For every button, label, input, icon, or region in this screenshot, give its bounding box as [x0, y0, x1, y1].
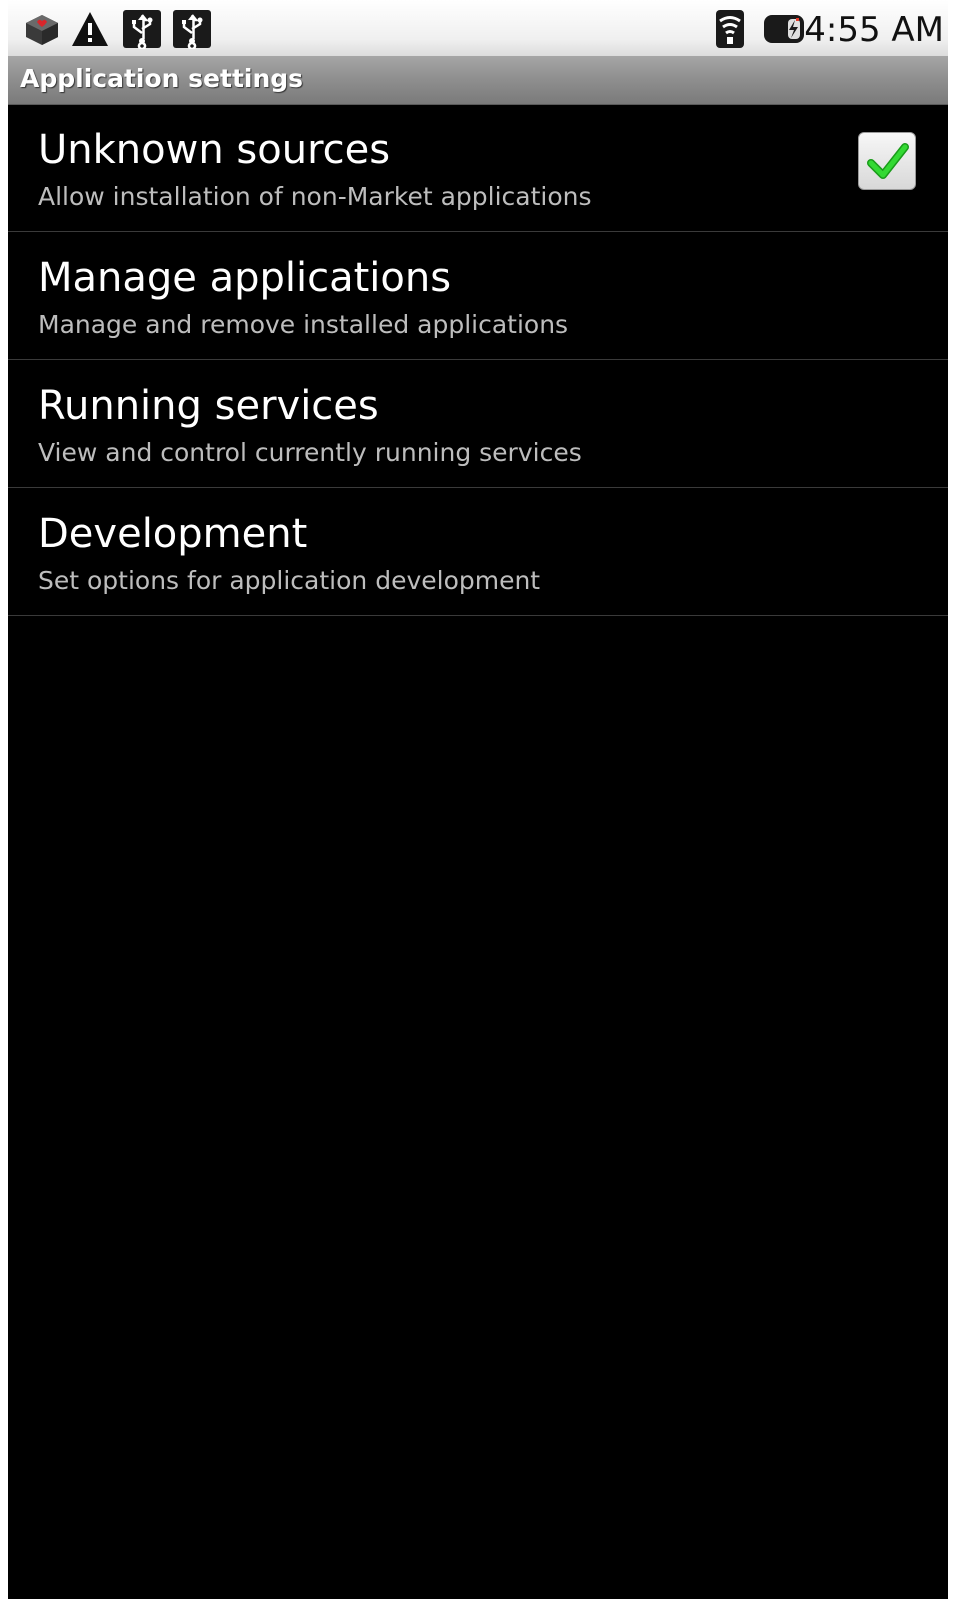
setting-running-services[interactable]: Running services View and control curren…: [8, 360, 948, 488]
unknown-sources-checkbox[interactable]: [858, 132, 916, 190]
setting-development[interactable]: Development Set options for application …: [8, 488, 948, 616]
setting-title: Unknown sources: [38, 127, 391, 173]
setting-title: Running services: [38, 383, 379, 429]
setting-summary: Allow installation of non-Market applica…: [38, 182, 592, 211]
screen-right-border: [948, 0, 965, 1599]
page-title: Application settings: [20, 64, 304, 93]
warning-icon: [70, 9, 110, 49]
settings-list: Unknown sources Allow installation of no…: [8, 104, 948, 616]
battery-charging-icon: [762, 9, 806, 49]
clock: 4:55 AM: [804, 10, 944, 50]
wifi-icon: [714, 9, 746, 49]
market-icon: [22, 9, 62, 49]
setting-unknown-sources[interactable]: Unknown sources Allow installation of no…: [8, 104, 948, 232]
setting-summary: Set options for application development: [38, 566, 541, 595]
setting-title: Development: [38, 511, 308, 557]
screen-left-border: [0, 0, 8, 1599]
screen: 4:55 AM Application settings Unknown sou…: [8, 0, 948, 1599]
usb-icon: [172, 9, 212, 49]
title-bar: Application settings: [8, 56, 948, 105]
setting-summary: View and control currently running servi…: [38, 438, 582, 467]
usb-icon: [122, 9, 162, 49]
setting-summary: Manage and remove installed applications: [38, 310, 569, 339]
status-bar[interactable]: 4:55 AM: [8, 0, 948, 56]
checkmark-icon: [867, 143, 909, 179]
setting-title: Manage applications: [38, 255, 452, 301]
setting-manage-applications[interactable]: Manage applications Manage and remove in…: [8, 232, 948, 360]
